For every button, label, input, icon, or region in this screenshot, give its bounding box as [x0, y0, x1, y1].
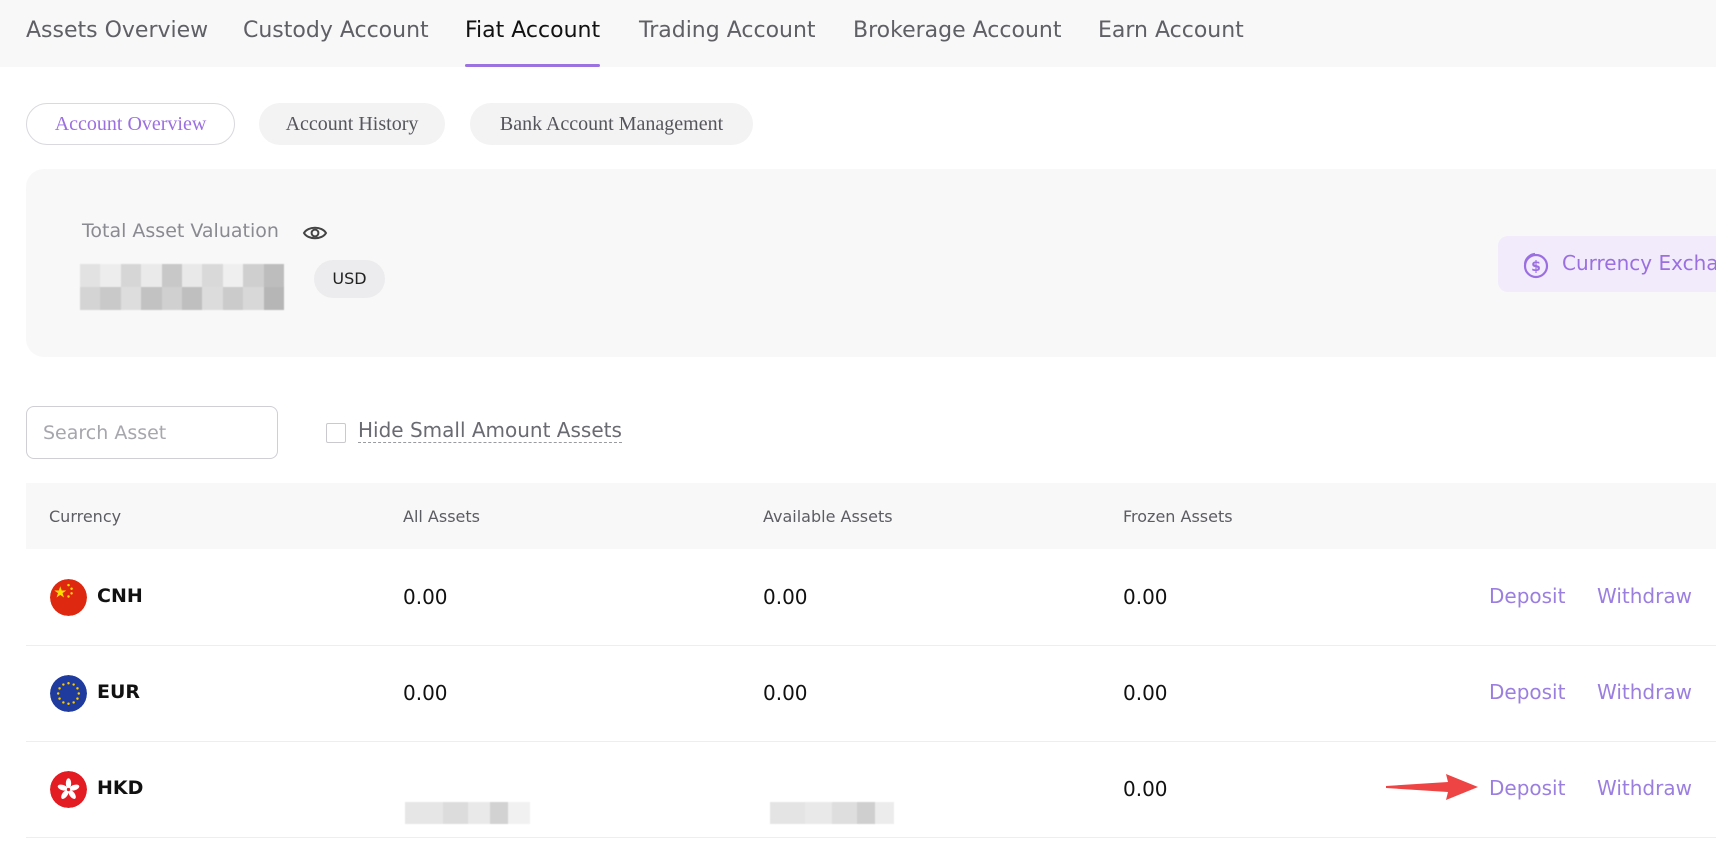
- deposit-link[interactable]: Deposit: [1489, 776, 1565, 800]
- total-asset-valuation-label: Total Asset Valuation: [82, 220, 279, 242]
- china-flag-icon: [50, 579, 87, 616]
- tab-custody-account[interactable]: Custody Account: [243, 16, 429, 67]
- eye-icon[interactable]: [302, 222, 328, 244]
- currency-badge[interactable]: USD: [314, 260, 385, 298]
- currency-exchange-label: Currency Exchange: [1562, 251, 1716, 275]
- withdraw-link[interactable]: Withdraw: [1597, 584, 1692, 608]
- table-row: EUR 0.00 0.00 0.00 Deposit Withdraw: [26, 646, 1716, 742]
- frozen-assets-value: 0.00: [1123, 681, 1168, 705]
- hide-small-assets-checkbox[interactable]: [326, 423, 346, 443]
- currency-exchange-icon: $: [1523, 252, 1549, 279]
- tab-account-overview[interactable]: Account Overview: [26, 103, 235, 145]
- deposit-link[interactable]: Deposit: [1489, 584, 1565, 608]
- frozen-assets-value: 0.00: [1123, 777, 1168, 801]
- tab-account-history[interactable]: Account History: [259, 103, 445, 145]
- available-assets-value: 0.00: [763, 585, 808, 609]
- tab-earn-account[interactable]: Earn Account: [1098, 16, 1244, 67]
- search-asset-input[interactable]: [26, 406, 278, 459]
- all-assets-value: 0.00: [403, 681, 448, 705]
- tab-fiat-account[interactable]: Fiat Account: [465, 16, 601, 67]
- currency-code: EUR: [97, 681, 141, 703]
- column-header-all-assets: All Assets: [403, 507, 480, 526]
- hong-kong-flag-icon: [50, 771, 87, 808]
- currency-code: HKD: [97, 777, 144, 799]
- tab-bank-account-management[interactable]: Bank Account Management: [470, 103, 753, 145]
- column-header-frozen-assets: Frozen Assets: [1123, 507, 1233, 526]
- valuation-amount-masked: [80, 264, 284, 310]
- column-header-currency: Currency: [49, 507, 122, 526]
- account-type-tabs: Assets Overview Custody Account Fiat Acc…: [0, 0, 1716, 67]
- column-header-available-assets: Available Assets: [763, 507, 893, 526]
- svg-text:$: $: [1531, 259, 1541, 275]
- all-assets-value-masked: [405, 802, 530, 824]
- available-assets-value-masked: [770, 802, 894, 824]
- tab-trading-account[interactable]: Trading Account: [639, 16, 816, 67]
- tab-assets-overview[interactable]: Assets Overview: [26, 16, 208, 67]
- asset-table-header: Currency All Assets Available Assets Fro…: [26, 483, 1716, 549]
- eu-flag-icon: [50, 675, 87, 712]
- currency-exchange-button[interactable]: $ Currency Exchange: [1498, 236, 1716, 292]
- tab-brokerage-account[interactable]: Brokerage Account: [853, 16, 1061, 67]
- asset-summary-card: [26, 169, 1716, 357]
- hide-small-assets-label[interactable]: Hide Small Amount Assets: [358, 418, 622, 443]
- frozen-assets-value: 0.00: [1123, 585, 1168, 609]
- available-assets-value: 0.00: [763, 681, 808, 705]
- withdraw-link[interactable]: Withdraw: [1597, 680, 1692, 704]
- all-assets-value: 0.00: [403, 585, 448, 609]
- annotation-arrow-icon: [1386, 774, 1478, 800]
- withdraw-link[interactable]: Withdraw: [1597, 776, 1692, 800]
- currency-code: CNH: [97, 585, 143, 607]
- table-row: CNH 0.00 0.00 0.00 Deposit Withdraw: [26, 550, 1716, 646]
- deposit-link[interactable]: Deposit: [1489, 680, 1565, 704]
